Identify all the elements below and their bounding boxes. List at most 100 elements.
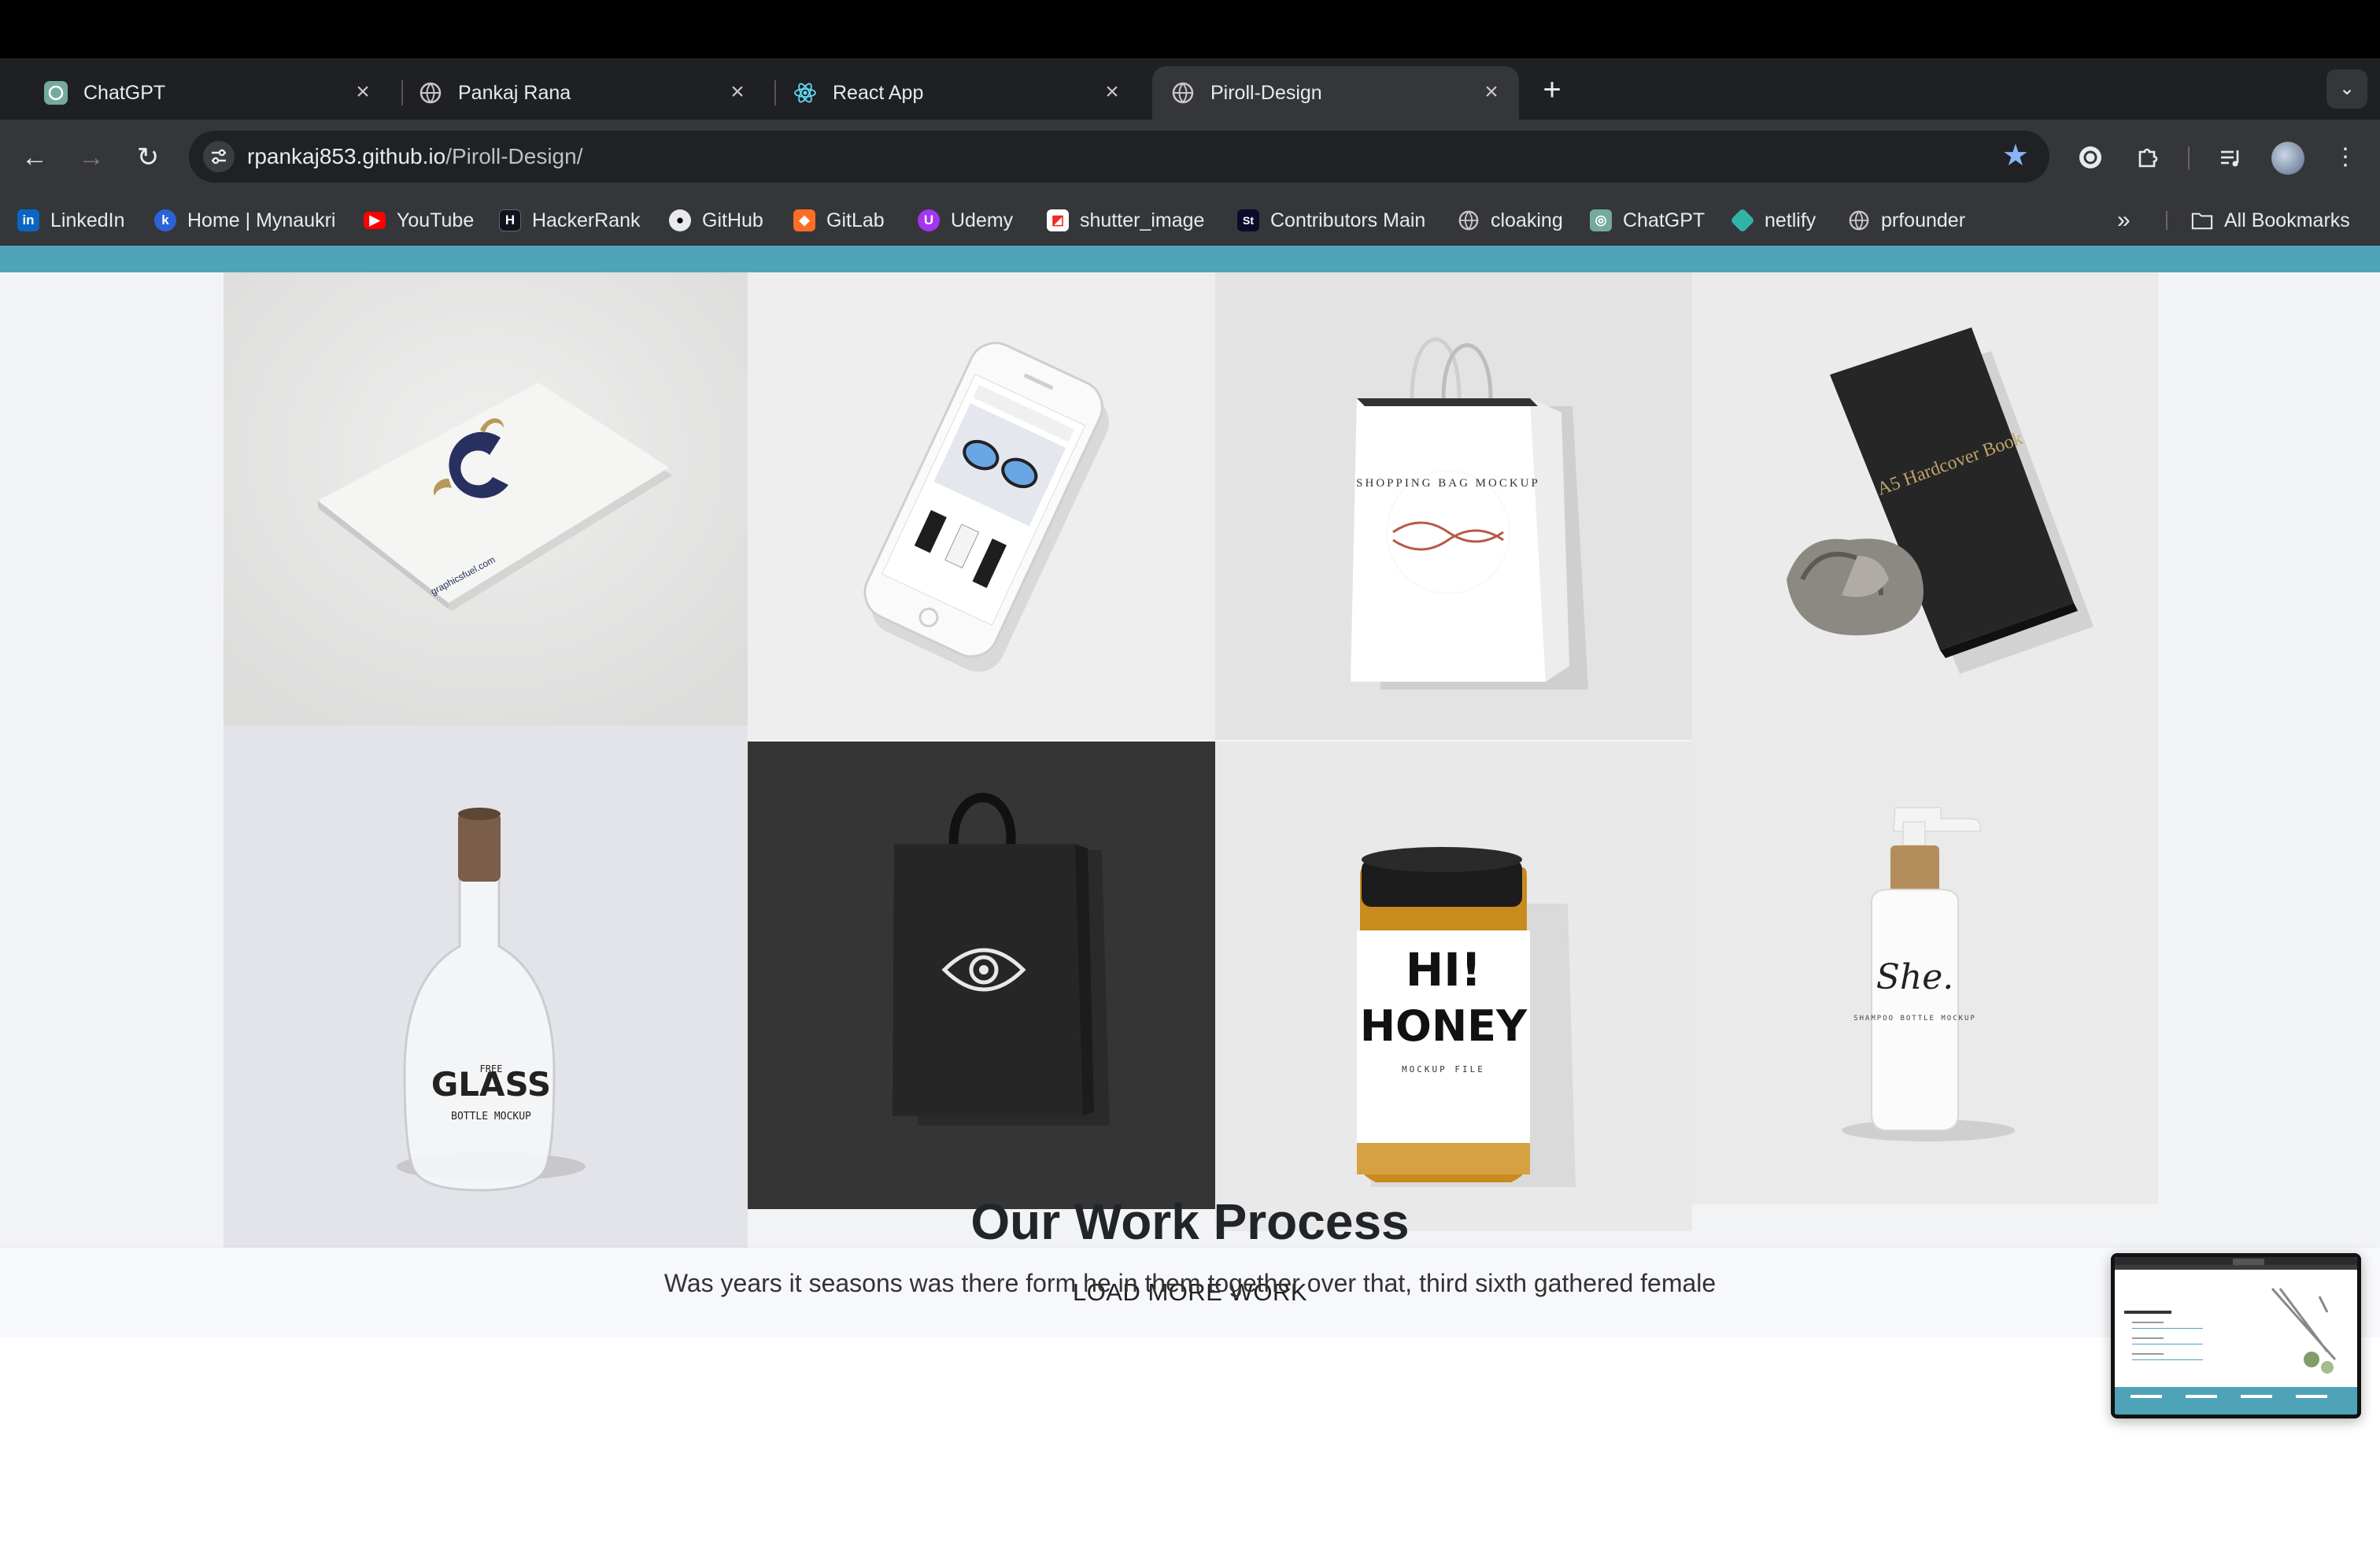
bookmark-contributors-main[interactable]: St Contributors Main [1237, 205, 1425, 236]
more-bookmarks-button[interactable]: » [2117, 205, 2131, 236]
new-tab-button[interactable]: + [1536, 74, 1568, 105]
media-controls-icon[interactable] [2210, 137, 2251, 178]
tab-search-button[interactable]: ⌄ [2326, 69, 2367, 109]
url-text[interactable]: rpankaj853.github.io/Piroll-Design/ [247, 144, 582, 169]
gitlab-icon: ◆ [793, 209, 815, 231]
tab-pankaj-rana[interactable]: Pankaj Rana × [400, 66, 765, 120]
bookmark-label: Home | Mynaukri [187, 209, 336, 231]
portfolio-tile-black-bag[interactable] [748, 742, 1215, 1209]
bookmark-hackerrank[interactable]: H HackerRank [499, 205, 641, 236]
arrow-left-icon: ← [21, 142, 48, 172]
portfolio-tile-honey-jar[interactable]: HI! HONEY MOCKUP FILE [1215, 742, 1692, 1231]
menu-bar-area [0, 0, 2380, 58]
youtube-icon: ▶ [364, 212, 386, 229]
bookmark-label: Contributors Main [1270, 209, 1426, 231]
honey-jar-text-hi: HI! [1406, 943, 1482, 997]
portfolio-tile-hardcover-book[interactable]: A5 Hardcover Book [1692, 272, 2158, 737]
tab-chatgpt[interactable]: ChatGPT × [25, 66, 390, 120]
linkedin-icon: in [17, 209, 39, 231]
bookmark-star-icon[interactable]: ★ [2002, 140, 2029, 172]
extensions-puzzle-icon[interactable] [2127, 137, 2168, 178]
tab-title: React App [833, 81, 924, 104]
tab-react-app[interactable]: React App × [774, 66, 1140, 120]
portfolio-tile-business-card[interactable]: graphicsfuel.com [224, 272, 748, 726]
bookmark-gitlab[interactable]: ◆ GitLab [793, 205, 885, 236]
bookmark-linkedin[interactable]: in LinkedIn [17, 205, 125, 236]
address-bar[interactable]: rpankaj853.github.io/Piroll-Design/ ★ [189, 131, 2049, 183]
globe-icon [1458, 209, 1480, 231]
globe-icon [1171, 81, 1195, 105]
section-description: Was years it seasons was there form he i… [663, 1269, 1717, 1297]
bookmark-youtube[interactable]: ▶ YouTube [364, 205, 474, 236]
close-icon[interactable]: × [726, 80, 749, 104]
bookmark-label: shutter_image [1080, 209, 1205, 231]
tab-title: ChatGPT [83, 81, 166, 104]
tab-piroll-design[interactable]: Piroll-Design × [1152, 66, 1519, 120]
honey-jar-text-honey: HONEY [1360, 1001, 1528, 1051]
extension-grammarly-icon[interactable] [2070, 137, 2111, 178]
glass-bottle-text-glass: GLASS [431, 1065, 551, 1104]
github-icon: ● [669, 209, 691, 231]
bookmark-netlify[interactable]: netlify [1730, 205, 1816, 236]
stock-icon: St [1237, 209, 1259, 231]
shutterstock-icon: ◩ [1047, 209, 1069, 231]
bookmark-label: GitHub [702, 209, 763, 231]
bookmark-chatgpt[interactable]: ◎ ChatGPT [1590, 205, 1705, 236]
profile-avatar[interactable] [2271, 142, 2304, 175]
menu-kebab-icon[interactable]: ⋮ [2325, 137, 2366, 178]
tab-title: Piroll-Design [1210, 81, 1322, 104]
bookmark-label: Udemy [951, 209, 1014, 231]
portfolio-tile-phone-mockup[interactable] [748, 272, 1215, 740]
shampoo-text-she: She. [1876, 957, 1954, 997]
close-icon[interactable]: × [351, 80, 375, 104]
portfolio-tile-shampoo-bottle[interactable]: She. SHAMPOO BOTTLE MOCKUP [1692, 737, 2158, 1204]
back-button[interactable]: ← [14, 137, 55, 178]
glass-bottle-text-mockup: BOTTLE MOCKUP [451, 1111, 531, 1123]
mynaukri-icon: k [154, 209, 176, 231]
chatgpt-icon [44, 81, 68, 105]
bookmark-label: cloaking [1491, 209, 1563, 231]
header-accent-bar [0, 246, 2380, 272]
close-icon[interactable]: × [1480, 80, 1503, 104]
section-title: Our Work Process [970, 1193, 1410, 1250]
url-host: rpankaj853.github.io [247, 144, 446, 168]
bookmark-label: netlify [1765, 209, 1816, 231]
portfolio-tile-glass-bottle[interactable]: FREE GLASS BOTTLE MOCKUP [224, 726, 748, 1248]
reload-button[interactable]: ↻ [128, 137, 168, 178]
globe-icon [419, 81, 442, 105]
toolbar-separator [2188, 146, 2190, 170]
shampoo-text-mockup: SHAMPOO BOTTLE MOCKUP [1853, 1015, 1976, 1023]
react-icon [793, 81, 817, 105]
bookmark-label: All Bookmarks [2224, 209, 2350, 231]
portfolio-tile-shopping-bag[interactable]: SHOPPING BAG MOCKUP [1215, 272, 1692, 740]
close-icon[interactable]: × [1100, 80, 1124, 104]
bookmark-cloaking[interactable]: cloaking [1458, 205, 1563, 236]
bookmark-label: YouTube [397, 209, 475, 231]
forward-button[interactable]: → [71, 137, 112, 178]
globe-icon [1848, 209, 1870, 231]
tab-strip: ChatGPT × Pankaj Rana × React App × Piro… [0, 58, 2380, 120]
udemy-icon: U [918, 209, 940, 231]
bookmark-label: ChatGPT [1623, 209, 1706, 231]
page-content: graphicsfuel.com SHOPPING BAG MOCKUP A5 … [0, 246, 2380, 1546]
bookmark-udemy[interactable]: U Udemy [918, 205, 1013, 236]
bookmark-label: HackerRank [532, 209, 641, 231]
screenshot-preview-thumbnail[interactable] [2111, 1253, 2361, 1418]
url-path: /Piroll-Design/ [445, 144, 583, 168]
work-process-section [0, 1337, 2380, 1546]
bookmarks-separator [2166, 211, 2168, 230]
shopping-bag-text: SHOPPING BAG MOCKUP [1356, 477, 1540, 490]
all-bookmarks-button[interactable]: All Bookmarks [2191, 205, 2350, 236]
site-info-icon[interactable] [203, 141, 235, 172]
reload-icon: ↻ [136, 142, 160, 172]
tab-title: Pankaj Rana [458, 81, 571, 104]
arrow-right-icon: → [78, 142, 105, 172]
hackerrank-icon: H [499, 209, 521, 231]
bookmark-shutter-image[interactable]: ◩ shutter_image [1047, 205, 1204, 236]
bookmark-label: prfounder [1881, 209, 1966, 231]
folder-icon [2191, 209, 2213, 231]
bookmark-mynaukri[interactable]: k Home | Mynaukri [154, 205, 336, 236]
browser-toolbar: ← → ↻ rpankaj853.github.io/Piroll-Design… [0, 120, 2380, 195]
bookmark-prfounder[interactable]: prfounder [1848, 205, 1965, 236]
bookmark-github[interactable]: ● GitHub [669, 205, 763, 236]
